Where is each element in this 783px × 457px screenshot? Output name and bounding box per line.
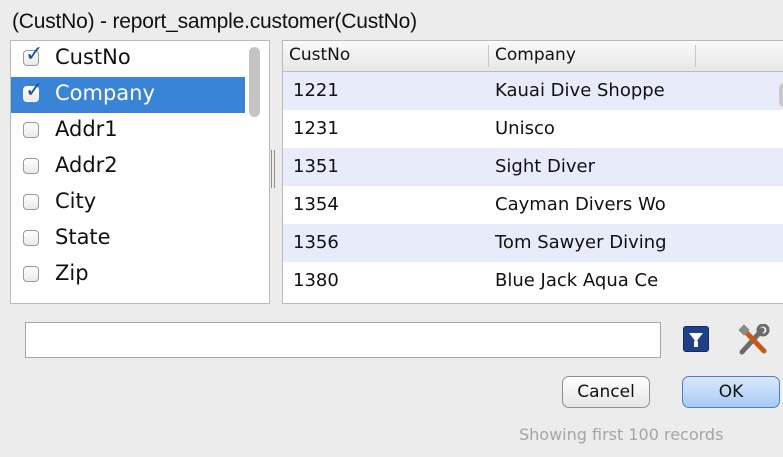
check-mark-icon: ✓ (25, 42, 44, 67)
table-row[interactable]: 1351 Sight Diver (283, 148, 783, 186)
field-list[interactable]: ✓ CustNo ✓ Company Addr1 Addr2 City Stat… (10, 40, 270, 304)
cell-custno: 1354 (293, 194, 339, 215)
filter-input[interactable] (25, 322, 661, 358)
ok-button[interactable]: OK (682, 376, 780, 408)
field-item-addr1[interactable]: Addr1 (11, 113, 245, 149)
cell-custno: 1221 (293, 80, 339, 101)
grid-scrollbar[interactable] (779, 83, 783, 107)
cancel-button[interactable]: Cancel (562, 376, 650, 408)
field-label: Company (55, 81, 155, 105)
column-divider[interactable] (695, 45, 696, 67)
field-label: Addr2 (55, 153, 118, 177)
field-item-state[interactable]: State (11, 221, 245, 257)
field-label: CustNo (55, 45, 131, 69)
field-label: Zip (55, 261, 89, 285)
city-checkbox[interactable] (23, 194, 39, 210)
data-grid[interactable]: CustNo Company 1221 Kauai Dive Shoppe 12… (282, 40, 783, 304)
table-row[interactable]: 1356 Tom Sawyer Diving (283, 224, 783, 262)
filter-icon[interactable] (683, 326, 709, 352)
column-header-custno[interactable]: CustNo (289, 45, 350, 65)
table-row[interactable]: 1231 Unisco (283, 110, 783, 148)
cell-custno: 1351 (293, 156, 339, 177)
company-checkbox[interactable]: ✓ (23, 78, 43, 103)
field-item-zip[interactable]: Zip (11, 257, 245, 293)
table-row[interactable]: 1221 Kauai Dive Shoppe (283, 72, 783, 110)
field-item-company[interactable]: ✓ Company (11, 77, 245, 113)
field-list-scrollbar[interactable] (249, 47, 260, 117)
cell-custno: 1231 (293, 118, 339, 139)
status-text: Showing first 100 records (519, 425, 724, 444)
column-divider[interactable] (488, 45, 489, 67)
cell-company: Blue Jack Aqua Ce (495, 270, 659, 291)
cell-company: Sight Diver (495, 156, 596, 177)
field-item-addr2[interactable]: Addr2 (11, 149, 245, 185)
field-label: State (55, 225, 111, 249)
cell-company: Kauai Dive Shoppe (495, 80, 665, 101)
grid-header: CustNo Company (283, 41, 783, 72)
state-checkbox[interactable] (23, 230, 39, 246)
field-item-city[interactable]: City (11, 185, 245, 221)
cell-company: Unisco (495, 118, 555, 139)
check-mark-icon: ✓ (25, 78, 44, 103)
table-row[interactable]: 1380 Blue Jack Aqua Ce (283, 262, 783, 300)
field-label: Addr1 (55, 117, 118, 141)
column-header-company[interactable]: Company (495, 45, 576, 65)
cell-custno: 1356 (293, 232, 339, 253)
cell-company: Cayman Divers Wo (495, 194, 666, 215)
custno-checkbox[interactable]: ✓ (23, 42, 43, 67)
cell-company: Tom Sawyer Diving (495, 232, 667, 253)
addr2-checkbox[interactable] (23, 158, 39, 174)
zip-checkbox[interactable] (23, 266, 39, 282)
splitter-handle[interactable] (271, 150, 275, 188)
field-label: City (55, 189, 97, 213)
field-item-custno[interactable]: ✓ CustNo (11, 41, 245, 77)
table-row[interactable]: 1354 Cayman Divers Wo (283, 186, 783, 224)
cell-custno: 1380 (293, 270, 339, 291)
addr1-checkbox[interactable] (23, 122, 39, 138)
dialog-title: (CustNo) - report_sample.customer(CustNo… (12, 10, 417, 33)
tools-icon[interactable] (736, 323, 770, 356)
